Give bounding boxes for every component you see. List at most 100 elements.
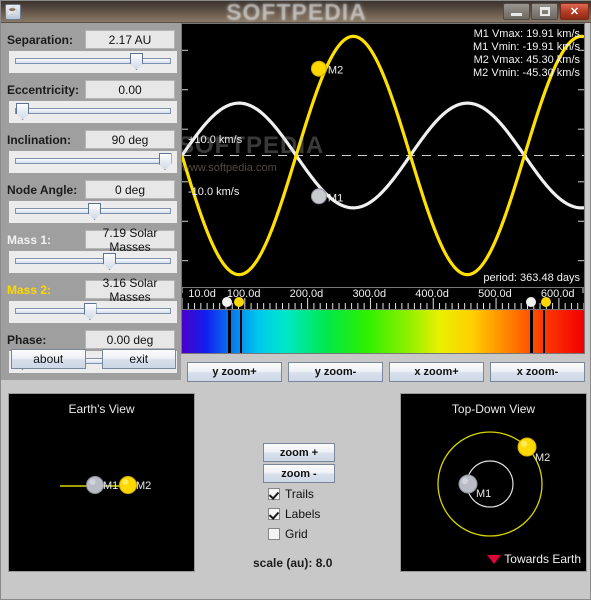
slider-thumb[interactable]: [83, 303, 97, 320]
chart-zoom-button-row: y zoom+ y zoom- x zoom+ x zoom-: [187, 362, 585, 382]
absorption-line: [542, 310, 545, 353]
checkbox-trails[interactable]: Trails: [268, 485, 343, 503]
control-label: Mass 1:: [7, 232, 52, 247]
checkbox-grid[interactable]: Grid: [268, 525, 343, 543]
readout-m1-vmax: M1 Vmax: 19.91 km/s: [473, 28, 580, 40]
minimize-icon: [511, 12, 522, 16]
earth-view-panel[interactable]: Earth's View M1 M2: [8, 393, 195, 572]
title-bar[interactable]: ☕ SOFTPEDIA ✕: [1, 1, 591, 23]
zoom-in-button[interactable]: zoom +: [263, 443, 335, 462]
x-tick-label: 400.0d: [415, 288, 449, 300]
earth-view-m1-label: M1: [103, 480, 119, 492]
x-zoom-in-button[interactable]: x zoom+: [389, 362, 484, 382]
control-value-field[interactable]: 0.00: [85, 80, 175, 99]
minimize-button[interactable]: [503, 3, 530, 20]
grid-checkbox-icon[interactable]: [268, 528, 280, 540]
y-zoom-in-button[interactable]: y zoom+: [187, 362, 282, 382]
control-value-field[interactable]: 7.19 Solar Masses: [85, 226, 175, 254]
absorption-line: [529, 310, 533, 353]
control-row-inclination: Inclination: 90 deg: [7, 129, 175, 150]
slider-separation[interactable]: [9, 51, 177, 73]
top-down-m1-label: M1: [476, 488, 492, 500]
control-label: Separation:: [7, 32, 74, 47]
control-row-mass2: Mass 2: 3.16 Solar Masses: [7, 276, 175, 304]
chart-marker-m1: M1: [310, 188, 343, 205]
svg-text:M1: M1: [328, 192, 343, 204]
close-button[interactable]: ✕: [560, 3, 589, 20]
x-tick-label: 600.0d: [540, 288, 575, 300]
labels-checkbox-icon[interactable]: [268, 508, 280, 520]
spectrum-bar: [181, 309, 585, 354]
grid-label: Grid: [285, 527, 308, 541]
maximize-icon: [539, 7, 550, 16]
period-readout: period: 363.48 days: [483, 272, 580, 284]
slider-mass1[interactable]: [9, 251, 177, 273]
control-row-mass1: Mass 1: 7.19 Solar Masses: [7, 226, 175, 254]
slider-mass2[interactable]: [9, 301, 177, 323]
x-tick-label: 10.0d: [188, 288, 216, 300]
application-window: ☕ SOFTPEDIA ✕ Separation: 2.17 AU Eccentri…: [0, 0, 591, 600]
x-zoom-out-button[interactable]: x zoom-: [490, 362, 585, 382]
earth-view-canvas: [60, 476, 137, 494]
zoom-out-button[interactable]: zoom -: [263, 464, 335, 483]
slider-thumb[interactable]: [158, 153, 172, 170]
slider-thumb[interactable]: [103, 253, 116, 270]
top-down-view-title: Top-Down View: [451, 402, 536, 416]
scale-readout: scale (au): 8.0: [253, 556, 333, 570]
view-controls: zoom + zoom - Trails Labels Grid: [263, 443, 343, 543]
control-label: Mass 2:: [7, 282, 52, 297]
readout-m2-vmin: M2 Vmin: -45.30 km/s: [473, 67, 580, 79]
x-tick-label: 500.0d: [478, 288, 512, 300]
control-row-separation: Separation: 2.17 AU: [7, 29, 175, 50]
slider-thumb[interactable]: [130, 53, 143, 70]
control-row-phase: Phase: 0.00 deg: [7, 329, 175, 350]
slider-nodeangle[interactable]: [9, 201, 177, 223]
control-value-field[interactable]: 0 deg: [85, 180, 175, 199]
slider-inclination[interactable]: [9, 151, 177, 173]
absorption-line: [240, 310, 243, 353]
top-down-view-canvas: [437, 431, 543, 537]
y-zoom-out-button[interactable]: y zoom-: [288, 362, 383, 382]
x-tick-label: 300.0d: [352, 288, 387, 300]
slider-thumb[interactable]: [16, 103, 29, 120]
towards-earth-arrow-icon: [487, 554, 502, 564]
control-value-field[interactable]: 3.16 Solar Masses: [85, 276, 175, 304]
slider-eccentricity[interactable]: [9, 101, 177, 123]
x-tick-label: 200.0d: [289, 288, 324, 300]
chart-x-axis: 10.0d 100.0d 200.0d 300.0d 400.0d 500.0d 600.0…: [181, 288, 585, 309]
checkbox-labels[interactable]: Labels: [268, 505, 343, 523]
slider-track[interactable]: [15, 108, 171, 114]
control-row-nodeangle: Node Angle: 0 deg: [7, 179, 175, 200]
maximize-button[interactable]: [531, 3, 558, 20]
slider-track[interactable]: [15, 258, 171, 264]
slider-track[interactable]: [15, 158, 171, 164]
sidebar-button-row: about exit: [11, 349, 176, 369]
control-label: Eccentricity:: [7, 82, 80, 97]
readout-m2-vmax: M2 Vmax: 45.30 km/s: [473, 54, 580, 66]
control-value-field[interactable]: 90 deg: [85, 130, 175, 149]
top-down-m2-label: M2: [535, 452, 551, 464]
control-row-eccentricity: Eccentricity: 0.00: [7, 79, 175, 100]
y-tick-negative: -10.0 km/s: [188, 186, 240, 198]
control-label: Node Angle:: [7, 182, 78, 197]
y-tick-positive: +10.0 km/s: [188, 134, 243, 146]
control-value-field[interactable]: 0.00 deg: [85, 330, 175, 349]
exit-button[interactable]: exit: [101, 349, 176, 369]
slider-thumb[interactable]: [88, 203, 101, 220]
control-value-field[interactable]: 2.17 AU: [85, 30, 175, 49]
control-label: Inclination:: [7, 132, 71, 147]
chart-watermark-sub: www.softpedia.com: [182, 162, 277, 174]
x-tick-label: 100.0d: [226, 288, 261, 300]
earth-view-m2-label: M2: [136, 480, 152, 492]
towards-earth-indicator: Towards Earth: [487, 552, 581, 566]
trails-checkbox-icon[interactable]: [268, 488, 280, 500]
parameter-sidebar: Separation: 2.17 AU Eccentricity: 0.00 Incli…: [1, 23, 181, 380]
earth-view-title: Earth's View: [68, 402, 135, 416]
svg-text:M2: M2: [328, 65, 343, 77]
towards-earth-label: Towards Earth: [504, 552, 581, 566]
trails-label: Trails: [285, 487, 314, 501]
top-down-view-panel[interactable]: Top-Down View M2 M1 Towards Earth: [400, 393, 587, 572]
slider-track[interactable]: [15, 58, 171, 64]
about-button[interactable]: about: [11, 349, 86, 369]
radial-velocity-chart[interactable]: M1 M2 SOFTPEDIA www.softpedia.com M1 Vmax…: [181, 23, 585, 288]
